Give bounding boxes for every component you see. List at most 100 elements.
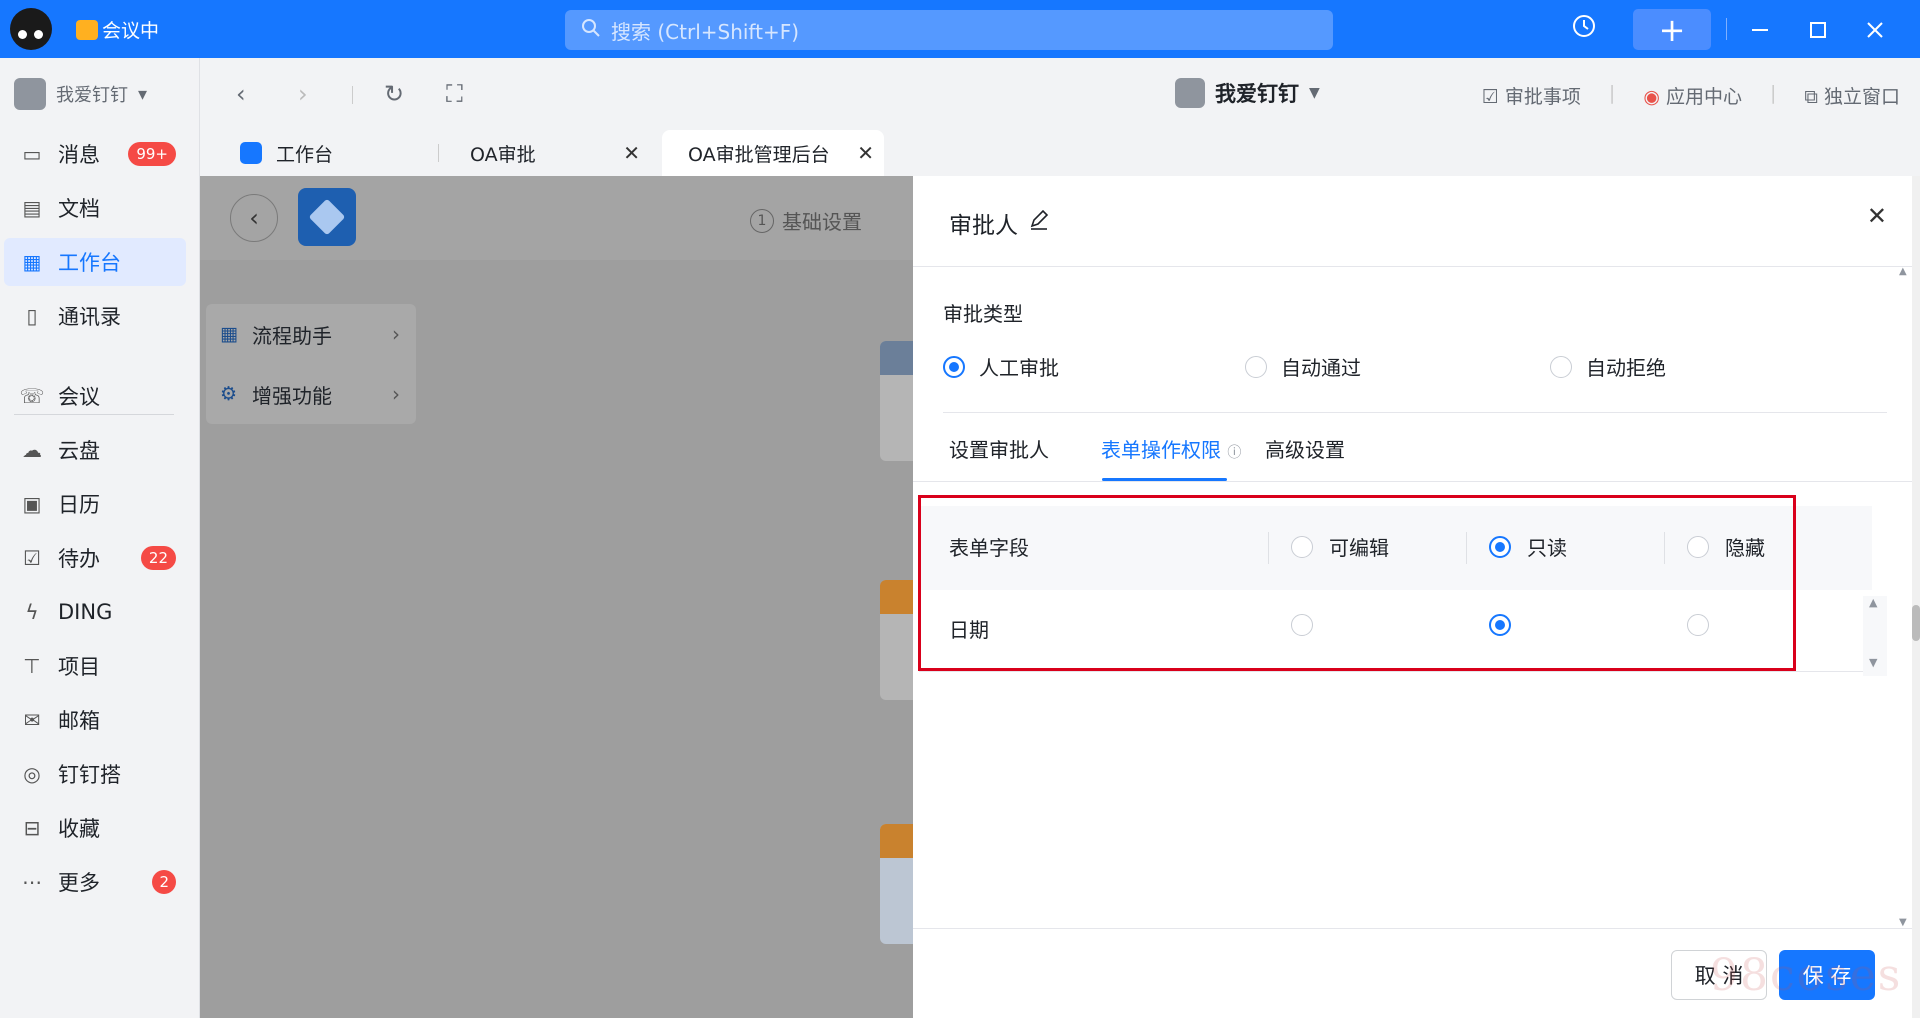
- approval-type-label: 审批类型: [943, 302, 1023, 326]
- project-icon: ⊤: [23, 654, 41, 678]
- sidebar-item-cloud[interactable]: ☁ 云盘: [4, 426, 186, 474]
- message-icon: ▭: [22, 142, 42, 166]
- workspace-title[interactable]: 我爱钉钉 ▼: [1175, 78, 1320, 108]
- caret-down-icon: ▼: [1309, 85, 1320, 101]
- side-menu: ▦ 流程助手 › ⚙ 增强功能 ›: [206, 304, 416, 424]
- app-center-link[interactable]: ◉ 应用中心: [1643, 82, 1742, 109]
- close-window-icon[interactable]: [1865, 20, 1885, 40]
- cloud-icon: ☁: [22, 438, 42, 462]
- back-arrow-icon[interactable]: ‹: [236, 80, 246, 108]
- sidebar-item-contacts[interactable]: ▯ 通讯录: [4, 292, 186, 340]
- minimize-icon[interactable]: [1750, 20, 1770, 40]
- unread-badge: 99+: [128, 142, 176, 166]
- info-icon: ⓘ: [1227, 445, 1242, 461]
- contacts-icon: ▯: [26, 304, 38, 328]
- scrollbar-thumb[interactable]: [1912, 605, 1920, 641]
- sidebar-item-project[interactable]: ⊤ 项目: [4, 642, 186, 690]
- sidebar-item-documents[interactable]: ▤ 文档: [4, 184, 186, 232]
- edit-icon[interactable]: [1028, 209, 1050, 237]
- ding-icon: ϟ: [25, 600, 39, 624]
- document-icon: ▤: [22, 196, 42, 220]
- scroll-down-icon: ▼: [1899, 917, 1907, 928]
- favorites-icon: ⊟: [23, 816, 41, 840]
- sidebar-item-todo[interactable]: ☑ 待办 22: [4, 534, 186, 582]
- sidebar-item-mail[interactable]: ✉ 邮箱: [4, 696, 186, 744]
- org-switcher[interactable]: 我爱钉钉 ▾: [14, 78, 147, 110]
- step-basic-settings[interactable]: 1 基础设置: [750, 206, 862, 235]
- sidebar-item-calendar[interactable]: ▣ 日历: [4, 480, 186, 528]
- org-icon: [1175, 78, 1205, 108]
- column-header-hidden[interactable]: 隐藏: [1687, 532, 1765, 561]
- chevron-right-icon: ›: [392, 322, 400, 346]
- maximize-icon[interactable]: [1808, 20, 1828, 40]
- sidebar-item-meeting[interactable]: ☏ 会议: [4, 372, 186, 420]
- meeting-icon: ☏: [19, 384, 45, 408]
- tab-advanced-settings[interactable]: 高级设置: [1265, 434, 1345, 463]
- menu-item-flow-assistant[interactable]: ▦ 流程助手 ›: [206, 304, 416, 364]
- window-scrollbar[interactable]: [1912, 176, 1920, 1018]
- more-badge: 2: [152, 870, 176, 894]
- scroll-down-icon: ▼: [1869, 656, 1878, 669]
- radio-unchecked[interactable]: [1687, 535, 1709, 558]
- app-logo: [298, 188, 356, 246]
- sidebar-item-workbench[interactable]: ▦ 工作台: [4, 238, 186, 286]
- workbench-icon: ▦: [22, 250, 42, 274]
- fullscreen-icon[interactable]: ⛶: [446, 80, 463, 108]
- close-tab-icon[interactable]: ✕: [857, 141, 874, 165]
- close-tab-icon[interactable]: ✕: [623, 141, 640, 165]
- sidebar: 我爱钉钉 ▾ ▭ 消息 99+ ▤ 文档 ▦ 工作台 ▯ 通讯录 ☏ 会议 ☁ …: [0, 58, 200, 1018]
- user-avatar[interactable]: [10, 8, 52, 50]
- sidebar-item-messages[interactable]: ▭ 消息 99+: [4, 130, 186, 178]
- row-radio-editable[interactable]: [1291, 614, 1313, 636]
- forward-arrow-icon[interactable]: ›: [298, 80, 308, 108]
- mail-icon: ✉: [23, 708, 41, 732]
- radio-auto-reject[interactable]: 自动拒绝: [1550, 352, 1666, 381]
- radio-manual-approval[interactable]: 人工审批: [943, 352, 1059, 381]
- approval-items-link[interactable]: ☑ 审批事项: [1482, 82, 1581, 109]
- table-row-field: 日期: [949, 618, 989, 642]
- approver-panel: 审批人 ✕ 审批类型 人工审批 自动通过 自动拒绝 设置审批人 表单操作权限 ⓘ…: [913, 176, 1913, 1018]
- search-input[interactable]: 搜索 (Ctrl+Shift+F): [565, 10, 1333, 50]
- tab-form-permissions[interactable]: 表单操作权限 ⓘ: [1101, 434, 1241, 463]
- panel-scrollbar[interactable]: ▲ ▼: [1899, 266, 1909, 928]
- meeting-status[interactable]: 会议中: [76, 16, 159, 43]
- tab-bar: 工作台 OA审批 ✕ OA审批管理后台 ✕: [200, 130, 1920, 176]
- close-panel-icon[interactable]: ✕: [1867, 202, 1887, 230]
- calendar-icon: ▣: [22, 492, 42, 516]
- back-button[interactable]: ‹: [230, 194, 278, 242]
- tab-set-approver[interactable]: 设置审批人: [949, 434, 1049, 463]
- meeting-icon: [76, 19, 98, 40]
- sidebar-item-more[interactable]: ⋯ 更多 2: [4, 858, 186, 906]
- watermark: 98coses: [1710, 950, 1903, 1001]
- radio-unchecked[interactable]: [1550, 355, 1572, 378]
- scroll-up-icon: ▲: [1899, 266, 1907, 277]
- tab-oa-admin[interactable]: OA审批管理后台 ✕: [662, 130, 884, 176]
- title-bar: 会议中 搜索 (Ctrl+Shift+F) +: [0, 0, 1920, 58]
- tab-workbench[interactable]: 工作台: [240, 130, 430, 176]
- dingda-icon: ◎: [23, 762, 41, 786]
- table-scrollbar[interactable]: ▲ ▼: [1863, 596, 1887, 676]
- scroll-up-icon: ▲: [1869, 596, 1878, 609]
- column-header-editable[interactable]: 可编辑: [1291, 532, 1389, 561]
- sidebar-item-favorites[interactable]: ⊟ 收藏: [4, 804, 186, 852]
- row-radio-hidden[interactable]: [1687, 614, 1709, 636]
- standalone-window-link[interactable]: ⧉ 独立窗口: [1804, 82, 1900, 109]
- column-header-field: 表单字段: [949, 536, 1029, 560]
- todo-badge: 22: [140, 546, 176, 570]
- browser-toolbar: ‹ › ↻ ⛶ 我爱钉钉 ▼ ☑ 审批事项 | ◉ 应用中心 | ⧉ 独立窗口: [200, 58, 1920, 130]
- radio-auto-approve[interactable]: 自动通过: [1245, 352, 1361, 381]
- row-radio-readonly[interactable]: [1489, 614, 1511, 636]
- menu-item-enhance[interactable]: ⚙ 增强功能 ›: [206, 364, 416, 424]
- radio-checked[interactable]: [1489, 535, 1511, 558]
- column-header-readonly[interactable]: 只读: [1489, 532, 1567, 561]
- radio-unchecked[interactable]: [1245, 355, 1267, 378]
- radio-unchecked[interactable]: [1291, 535, 1313, 558]
- add-button[interactable]: +: [1633, 9, 1711, 50]
- panel-title: 审批人: [949, 206, 1050, 240]
- sidebar-item-ding[interactable]: ϟ DING: [4, 588, 186, 636]
- refresh-icon[interactable]: ↻: [384, 80, 404, 108]
- enhance-icon: ⚙: [220, 383, 238, 405]
- radio-checked[interactable]: [943, 355, 965, 378]
- history-icon[interactable]: [1570, 12, 1598, 40]
- sidebar-item-dingda[interactable]: ◎ 钉钉搭: [4, 750, 186, 798]
